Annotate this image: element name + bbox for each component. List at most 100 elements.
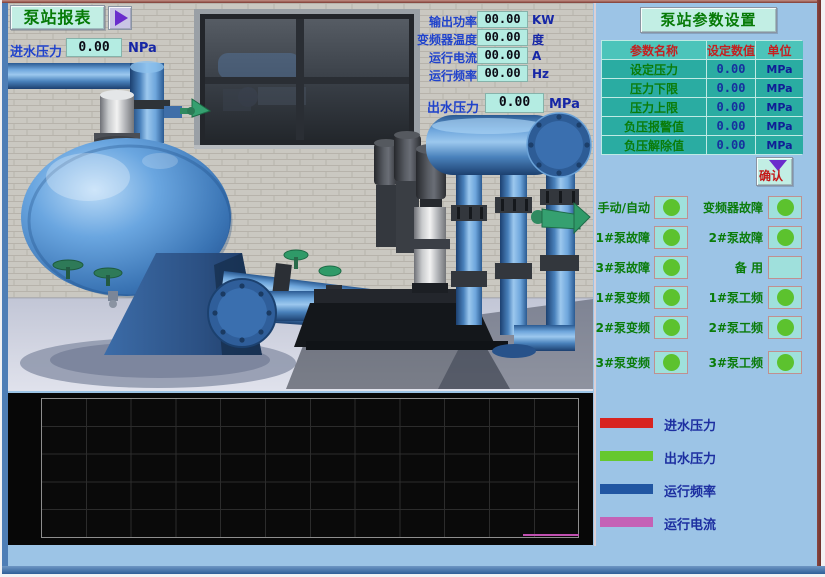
lamp-dot [777, 199, 794, 216]
lamp-dot [777, 289, 794, 306]
window [194, 9, 420, 149]
outlet-pressure-unit: MPa [549, 97, 580, 112]
trend-chart [8, 393, 593, 545]
param-name: 设定压力 [602, 60, 706, 78]
legend-label-inlet-pressure: 进水压力 [664, 415, 716, 434]
lamp-dot [777, 354, 794, 371]
current-trace [523, 534, 579, 536]
param-unit: MPa [756, 79, 803, 97]
legend-swatch-outlet-pressure [600, 451, 653, 461]
status-label-pump3-vfd: 3#泵变频 [588, 354, 652, 371]
lamp-dot [663, 199, 680, 216]
lamp-dot [663, 289, 680, 306]
inlet-pressure-unit: NPa [128, 41, 157, 56]
lamp-pump3-fault [654, 256, 688, 279]
status-label-pump2-fault: 2#泵故障 [690, 229, 766, 246]
legend-swatch-inlet-pressure [600, 418, 653, 428]
frame-top-edge [0, 0, 825, 3]
param-unit: MPa [756, 98, 803, 116]
param-unit: MPa [756, 117, 803, 135]
lamp-spare [768, 256, 802, 279]
report-nav-button[interactable] [108, 6, 132, 30]
param-unit: MPa [756, 60, 803, 78]
report-button[interactable]: 泵站报表 [10, 5, 105, 30]
running-current-value: 00.00 [477, 47, 528, 64]
status-label-manual-auto: 手动/自动 [588, 199, 652, 216]
inlet-pressure-label: 进水压力 [10, 41, 62, 60]
inverter-temp-unit: 度 [532, 31, 544, 48]
output-power-value: 00.00 [477, 11, 528, 28]
status-label-spare: 备 用 [690, 259, 766, 276]
lamp-pump2-fault [768, 226, 802, 249]
legend-swatch-running-current [600, 517, 653, 527]
lamp-dot [663, 259, 680, 276]
trend-plot-grid [41, 398, 579, 538]
lamp-pump1-fault [654, 226, 688, 249]
frame-left-edge [2, 3, 8, 566]
status-row: 1#泵故障 2#泵故障 [588, 225, 804, 249]
lamp-manual-auto [654, 196, 688, 219]
settings-panel-title: 泵站参数设置 [640, 7, 777, 33]
tank-vent [94, 90, 140, 146]
legend-label-outlet-pressure: 出水压力 [664, 448, 716, 467]
lamp-pump1-vfd [654, 286, 688, 309]
outlet-pressure-label: 出水压力 [427, 97, 479, 116]
running-frequency-label: 运行频率 [413, 67, 477, 84]
frame-right-outer [821, 0, 825, 577]
lamp-dot [777, 229, 794, 246]
col-header-value: 设定数值 [707, 41, 755, 59]
output-power-unit: KW [532, 13, 555, 27]
inverter-temp-value: 00.00 [477, 29, 528, 46]
legend-swatch-running-frequency [600, 484, 653, 494]
status-label-pump1-vfd: 1#泵变频 [588, 289, 652, 306]
param-name: 负压解除值 [602, 136, 706, 154]
lamp-pump3-vfd [654, 351, 688, 374]
inverter-temp-label: 变频器温度 [413, 31, 477, 48]
param-value-input[interactable]: 0.00 [707, 98, 755, 116]
param-name: 负压报警值 [602, 117, 706, 135]
confirm-button[interactable]: 确认 [756, 157, 793, 186]
status-label-pump1-mains: 1#泵工频 [690, 289, 766, 306]
discharge-manifold [426, 113, 591, 177]
running-current-label: 运行电流 [413, 49, 477, 66]
status-label-pump2-mains: 2#泵工频 [690, 319, 766, 336]
status-row: 2#泵变频 2#泵工频 [588, 315, 804, 339]
running-frequency-value: 00.00 [477, 65, 528, 82]
param-name: 压力下限 [602, 79, 706, 97]
lamp-dot [663, 229, 680, 246]
param-value-input[interactable]: 0.00 [707, 79, 755, 97]
status-label-inverter-fault: 变频器故障 [690, 199, 766, 216]
outlet-pressure-value: 0.00 [485, 93, 544, 113]
lamp-pump2-vfd [654, 316, 688, 339]
pump-station-hmi: 泵站报表 进水压力 0.00 NPa 输出功率 00.00 KW 变频器温度 0… [0, 0, 825, 577]
status-label-pump3-fault: 3#泵故障 [588, 259, 652, 276]
status-row: 3#泵变频 3#泵工频 [588, 350, 804, 374]
col-header-unit: 单位 [756, 41, 803, 59]
status-label-pump3-mains: 3#泵工频 [690, 354, 766, 371]
lamp-dot [663, 319, 680, 336]
lamp-dot [663, 354, 680, 371]
status-row: 1#泵变频 1#泵工频 [588, 285, 804, 309]
status-row: 手动/自动 变频器故障 [588, 195, 804, 219]
inlet-pressure-value: 0.00 [66, 38, 122, 57]
running-current-unit: A [532, 49, 541, 63]
lamp-inverter-fault [768, 196, 802, 219]
status-label-pump1-fault: 1#泵故障 [588, 229, 652, 246]
parameter-table: 参数名称 设定数值 单位 设定压力 0.00 MPa 压力下限 0.00 MPa… [601, 40, 802, 155]
lamp-pump1-mains [768, 286, 802, 309]
param-value-input[interactable]: 0.00 [707, 136, 755, 154]
param-name: 压力上限 [602, 98, 706, 116]
legend-label-running-frequency: 运行频率 [664, 481, 716, 500]
param-value-input[interactable]: 0.00 [707, 60, 755, 78]
status-label-pump2-vfd: 2#泵变频 [588, 319, 652, 336]
legend-label-running-current: 运行电流 [664, 514, 716, 533]
running-frequency-unit: Hz [532, 67, 549, 81]
param-value-input[interactable]: 0.00 [707, 117, 755, 135]
play-triangle-icon [115, 10, 128, 26]
lamp-dot [777, 319, 794, 336]
confirm-button-label: 确认 [759, 167, 783, 184]
frame-bottom-edge [0, 566, 825, 574]
param-unit: MPa [756, 136, 803, 154]
lamp-pump2-mains [768, 316, 802, 339]
lamp-pump3-mains [768, 351, 802, 374]
